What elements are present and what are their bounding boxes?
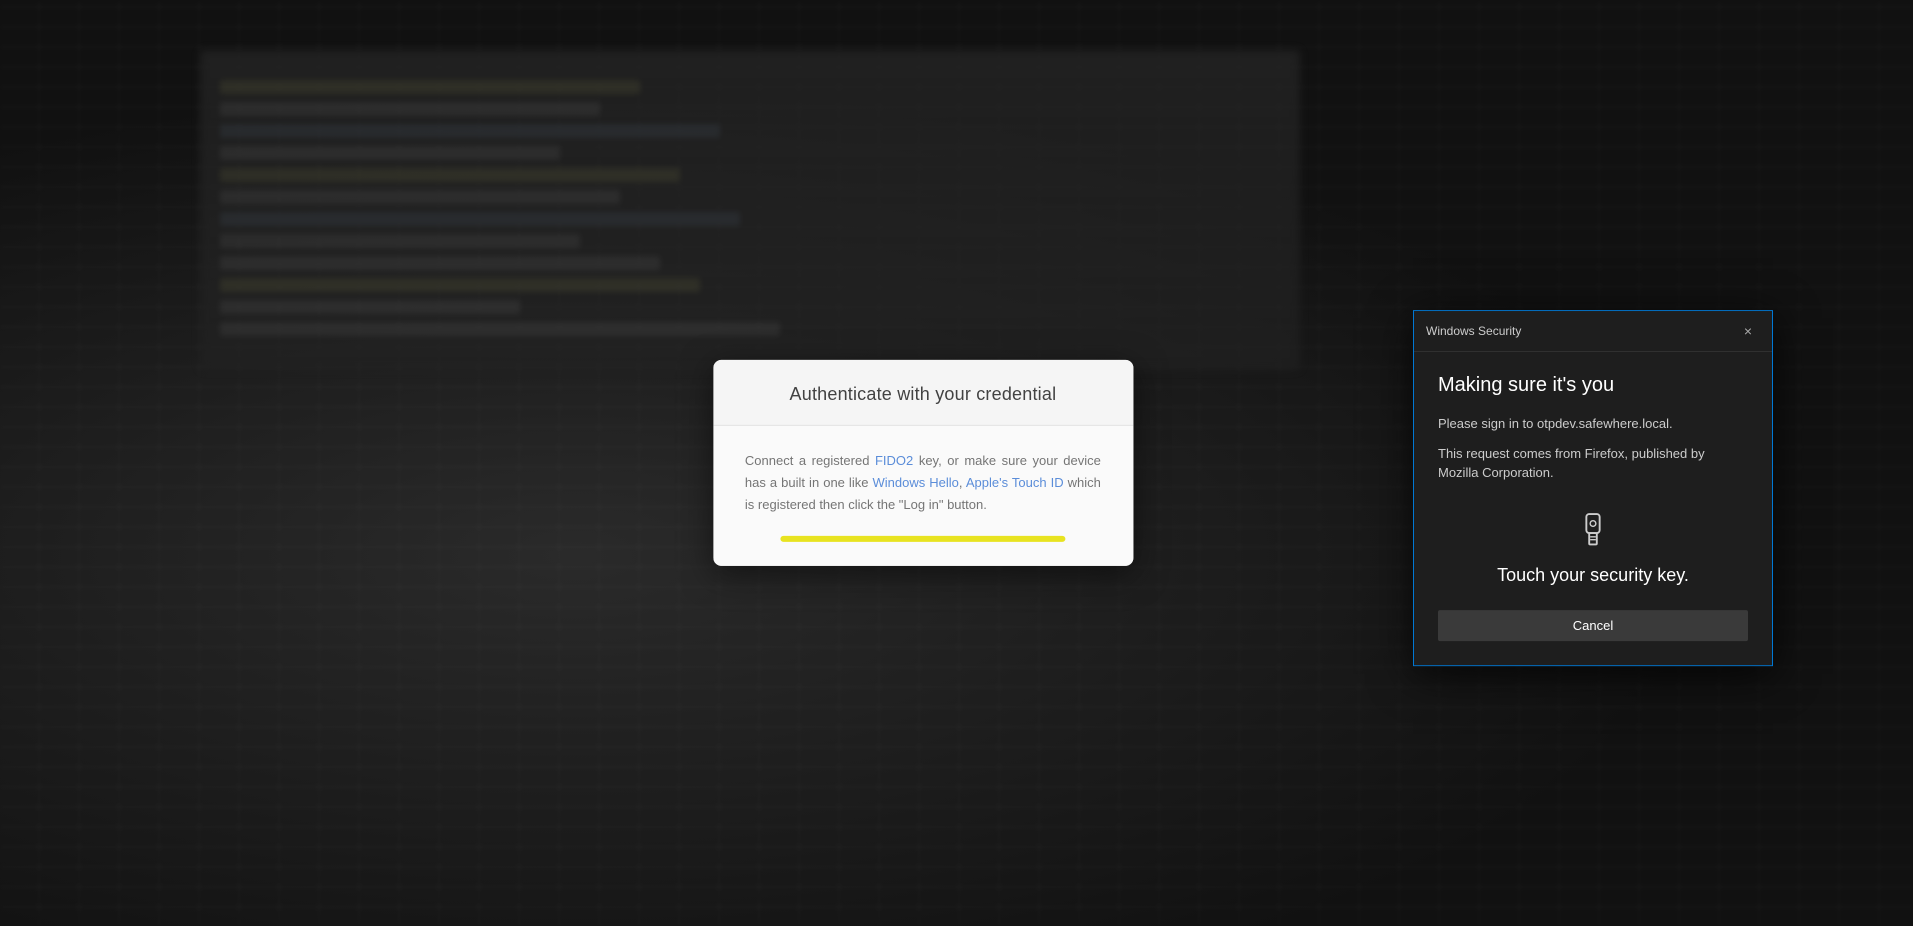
security-key-icon xyxy=(1573,511,1613,551)
auth-dialog-text: Connect a registered FIDO2 key, or make … xyxy=(745,450,1101,516)
win-dialog-sign-in-text: Please sign in to otpdev.safewhere.local… xyxy=(1438,414,1748,434)
auth-dialog-title: Authenticate with your credential xyxy=(737,384,1109,405)
security-key-svg xyxy=(1577,512,1609,550)
auth-dialog-body: Connect a registered FIDO2 key, or make … xyxy=(713,426,1133,566)
win-close-button[interactable]: × xyxy=(1736,319,1760,343)
bg-code-lines xyxy=(220,80,1120,344)
auth-dialog-header: Authenticate with your credential xyxy=(713,360,1133,426)
win-dialog-heading: Making sure it's you xyxy=(1438,372,1748,398)
apple-touch-highlight: Apple's Touch ID xyxy=(966,475,1064,490)
windows-hello-highlight: Windows Hello xyxy=(872,475,958,490)
windows-security-dialog: Windows Security × Making sure it's you … xyxy=(1413,310,1773,666)
win-dialog-key-area: Touch your security key. xyxy=(1438,511,1748,586)
fido2-highlight: FIDO2 xyxy=(875,453,913,468)
auth-progress-bar xyxy=(780,536,1065,542)
win-dialog-titlebar: Windows Security × xyxy=(1414,311,1772,352)
win-dialog-title-text: Windows Security xyxy=(1426,324,1521,338)
win-dialog-request-text: This request comes from Firefox, publish… xyxy=(1438,444,1748,483)
win-dialog-content: Making sure it's you Please sign in to o… xyxy=(1414,352,1772,665)
authenticate-dialog: Authenticate with your credential Connec… xyxy=(713,360,1133,566)
win-dialog-touch-text: Touch your security key. xyxy=(1497,565,1689,586)
win-cancel-button[interactable]: Cancel xyxy=(1438,610,1748,641)
